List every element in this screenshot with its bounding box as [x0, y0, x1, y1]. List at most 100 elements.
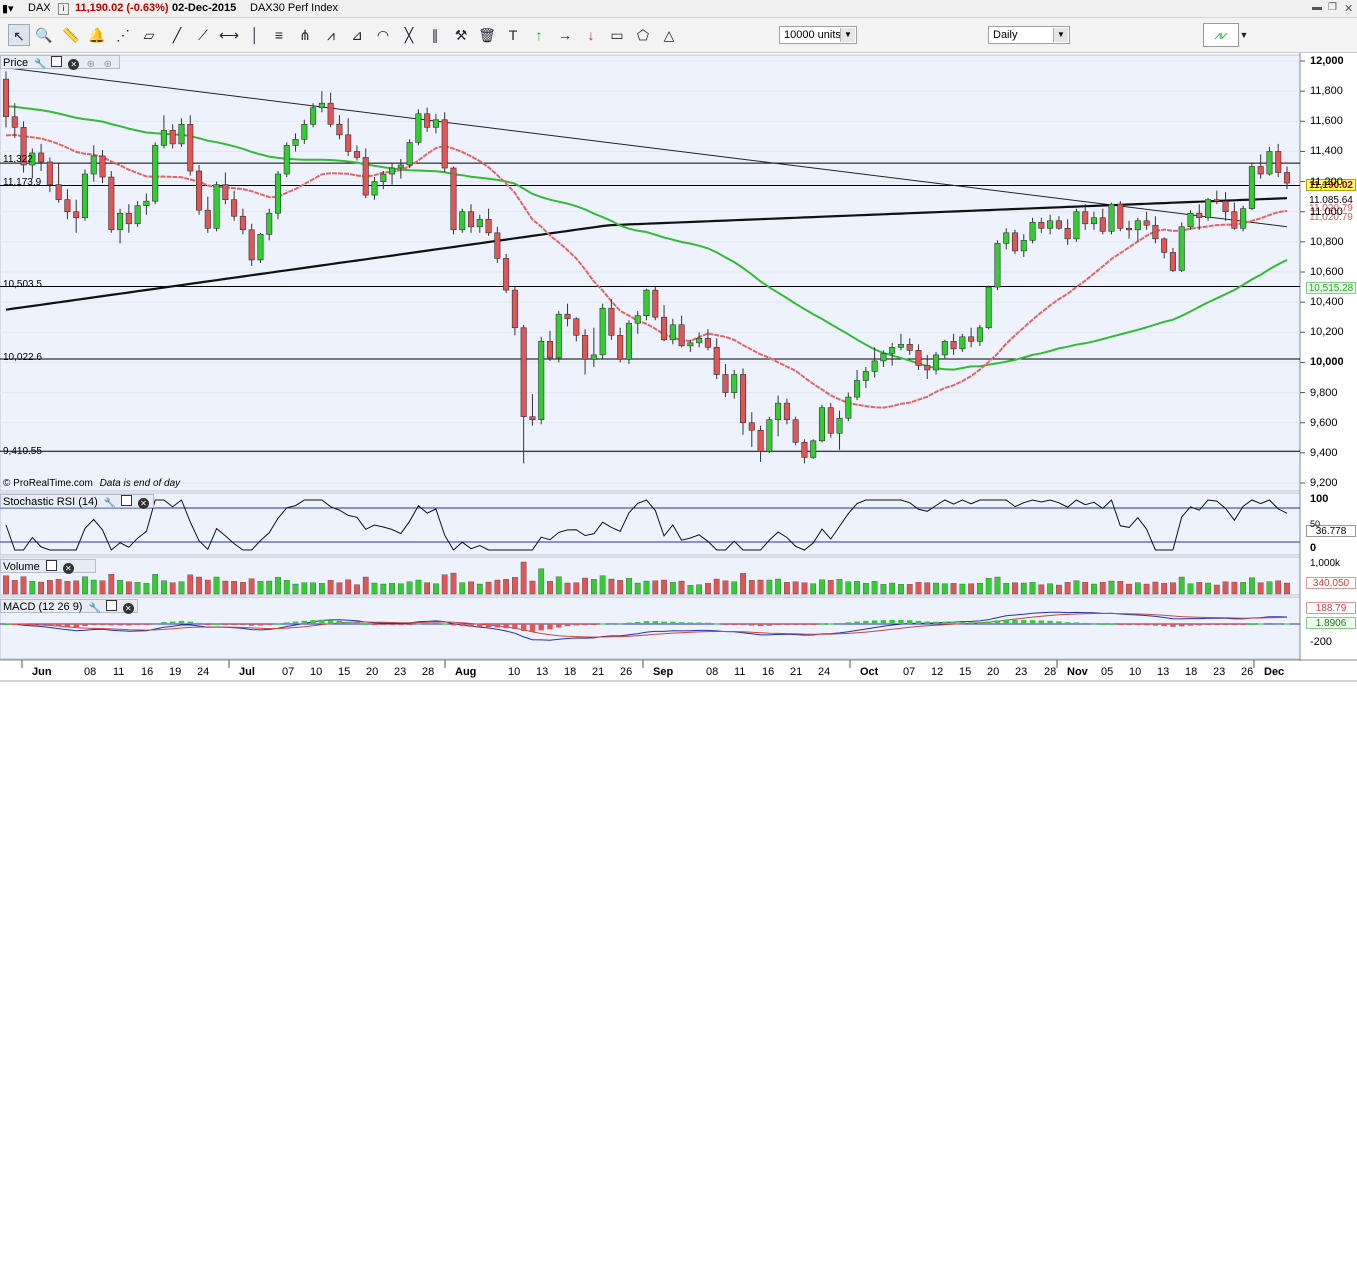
ruler-icon[interactable]: 📏 — [60, 24, 82, 46]
channel-icon[interactable]: ▱ — [138, 24, 160, 46]
units-select[interactable]: 10000 units ▼ — [779, 26, 857, 44]
candle-body — [1222, 200, 1229, 213]
candle-body — [1248, 166, 1255, 210]
macd-histogram-bar — [968, 622, 974, 624]
fibonacci-fan-icon[interactable]: ⋰ — [112, 24, 134, 46]
symbol-label[interactable]: DAX — [28, 2, 51, 14]
wrench-icon[interactable]: 🔧 — [89, 603, 101, 614]
horizontal-line-icon[interactable]: ⟷ — [218, 24, 240, 46]
day-label: 20 — [366, 666, 379, 678]
day-label: 26 — [1241, 666, 1254, 678]
candle-body — [134, 205, 141, 225]
line-icon[interactable]: ╱ — [166, 24, 188, 46]
volume-bar — [1117, 581, 1124, 595]
window-icon[interactable] — [105, 600, 117, 611]
macd-histogram-bar — [854, 621, 860, 624]
move-down-icon[interactable]: ⊕ — [102, 59, 113, 70]
volume-panel-header[interactable]: Volume ✕ — [0, 559, 96, 574]
candle-body — [818, 407, 825, 442]
zoom-icon[interactable]: 🔍 — [33, 24, 55, 46]
window-icon[interactable] — [45, 560, 57, 571]
window-icon[interactable] — [120, 495, 132, 506]
triangle-icon[interactable]: △ — [658, 24, 680, 46]
sell-arrow-icon[interactable]: ↓ — [580, 24, 602, 46]
close-icon[interactable]: ✕ — [62, 563, 74, 574]
gann-icon[interactable]: ⊿ — [346, 24, 368, 46]
restore-icon[interactable]: ❐ — [1328, 2, 1337, 13]
vertical-line-icon[interactable]: │ — [244, 24, 266, 46]
macd-panel-header[interactable]: MACD (12 26 9) 🔧 ✕ — [0, 599, 138, 614]
minimize-icon[interactable]: ▬ — [1312, 2, 1322, 13]
crossing-line-icon[interactable]: ╳ — [398, 24, 420, 46]
volume-bar — [450, 572, 457, 595]
candle-body — [582, 334, 589, 360]
indicators-icon[interactable]: ⩘⩗ — [1203, 23, 1239, 47]
volume-bar — [161, 580, 167, 595]
day-label: 11 — [113, 666, 125, 678]
volume-bar — [1222, 581, 1229, 595]
stoch-panel-header[interactable]: Stochastic RSI (14) 🔧 ✕ — [0, 494, 154, 509]
candle-body — [441, 119, 448, 169]
macd-histogram-bar — [424, 623, 430, 625]
macd-histogram-bar — [459, 624, 465, 627]
volume-bar — [705, 583, 711, 595]
candle-body — [2, 78, 10, 118]
volume-bar — [634, 582, 641, 595]
trash-icon[interactable]: 🗑 — [476, 24, 498, 46]
volume-bar — [1108, 580, 1115, 595]
info-icon[interactable]: i — [58, 3, 69, 15]
day-label: 08 — [84, 666, 97, 678]
tools-icon[interactable]: ⚒ — [450, 24, 472, 46]
right-arrow-icon[interactable]: → — [554, 24, 576, 46]
zigzag-icon[interactable]: ⩘ — [320, 24, 342, 46]
macd-histogram-bar — [222, 624, 229, 625]
volume-bar — [476, 583, 483, 595]
text-icon[interactable]: T — [502, 24, 524, 46]
day-label: 28 — [422, 666, 435, 678]
wrench-icon[interactable]: 🔧 — [104, 498, 116, 509]
macd-histogram-bar — [64, 624, 71, 627]
close-icon[interactable]: ✕ — [68, 59, 80, 70]
move-up-icon[interactable]: ⊕ — [85, 59, 96, 70]
pointer-icon[interactable]: ↖ — [8, 24, 30, 46]
pitchfork-icon[interactable]: ⋔ — [294, 24, 316, 46]
macd-histogram-bar — [126, 624, 132, 626]
volume-bar — [1056, 584, 1062, 595]
candle-body — [432, 119, 439, 128]
polygon-icon[interactable]: ⬠ — [632, 24, 654, 46]
macd-histogram-bar — [1117, 624, 1124, 625]
volume-bar — [626, 578, 632, 595]
parallel-lines-icon[interactable]: ∥ — [424, 24, 446, 46]
day-label: 05 — [1101, 666, 1114, 678]
period-select[interactable]: Daily ▼ — [988, 26, 1070, 44]
fibonacci-retracement-icon[interactable]: ≡ — [268, 24, 290, 46]
buy-arrow-icon[interactable]: ↑ — [528, 24, 550, 46]
price-panel-header[interactable]: Price 🔧 ✕ ⊕ ⊕ — [0, 55, 120, 70]
chart-type-icon[interactable]: ▮▾ — [2, 2, 14, 15]
price-axis-label: 11,200 — [1310, 175, 1343, 188]
macd-histogram-bar — [266, 624, 272, 625]
wrench-icon[interactable]: 🔧 — [34, 59, 46, 70]
chart-area[interactable] — [0, 53, 1357, 684]
arc-icon[interactable]: ◠ — [372, 24, 394, 46]
candle-body — [371, 181, 378, 196]
candle-body — [266, 212, 273, 235]
rectangle-icon[interactable]: ▭ — [606, 24, 628, 46]
candle-body — [520, 327, 527, 417]
units-value: 10000 units — [784, 29, 841, 41]
window-icon[interactable] — [51, 56, 63, 67]
candle-body — [169, 130, 176, 145]
candle-body — [178, 124, 185, 145]
volume-bar — [397, 583, 404, 595]
candle-body — [968, 336, 975, 342]
chevron-down-icon[interactable]: ▼ — [1238, 24, 1250, 46]
close-icon[interactable]: ✕ — [1344, 2, 1353, 15]
candle-body — [625, 322, 632, 360]
ray-icon[interactable]: ⟋ — [192, 24, 214, 46]
close-icon[interactable]: ✕ — [122, 603, 134, 614]
volume-bar — [354, 584, 360, 595]
macd-histogram-bar — [573, 624, 580, 626]
alarm-bell-icon[interactable]: 🔔 — [86, 24, 108, 46]
day-label: 10 — [1129, 666, 1142, 678]
close-icon[interactable]: ✕ — [137, 498, 149, 509]
